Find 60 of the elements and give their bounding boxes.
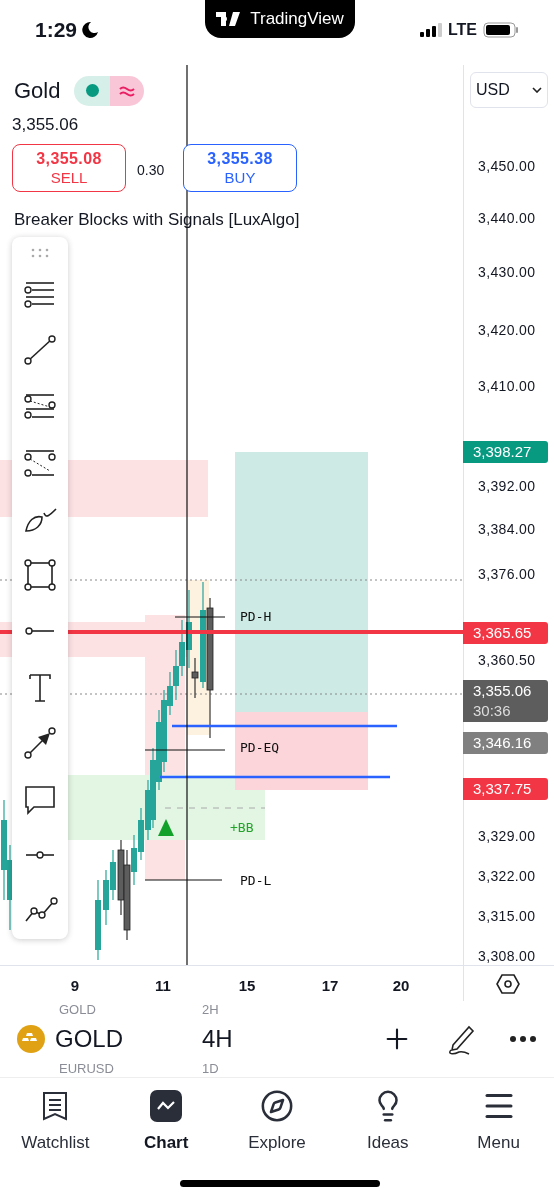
price-tick: 3,315.00: [478, 909, 536, 923]
clock-time: 1:29: [35, 17, 78, 44]
time-tick: 17: [321, 976, 339, 996]
price-tick: 3,329.00: [478, 829, 536, 843]
drag-handle-icon[interactable]: [31, 248, 49, 258]
logo-icon: [216, 12, 243, 26]
chart-icon: [150, 1090, 183, 1122]
spread-value: 0.30: [137, 161, 165, 180]
time-tick: 11: [155, 976, 171, 996]
price-tick: 3,430.00: [478, 265, 536, 279]
level-label: PD-L: [240, 874, 272, 887]
nav-tab[interactable]: Chart: [110, 1088, 222, 1156]
time-tick: 9: [70, 976, 80, 996]
bookmark-list-icon: [41, 1091, 70, 1121]
price-tick: 3,392.00: [478, 479, 536, 493]
price-tick: 3,376.00: [478, 567, 536, 581]
price-tick: 3,384.00: [478, 522, 536, 536]
level-label: PD-H: [240, 610, 272, 623]
chevron-down-icon: [532, 87, 542, 93]
app-banner[interactable]: TradingView: [205, 0, 355, 38]
battery-icon: [483, 22, 519, 38]
moon-icon: [81, 21, 100, 39]
price-tick: 3,440.00: [478, 211, 536, 225]
signal-label: +BB: [230, 821, 254, 834]
price-badge: 3,398.27: [463, 441, 548, 463]
network-label: LTE: [447, 20, 477, 40]
time-tick: 20: [392, 976, 410, 996]
nav-tab[interactable]: Watchlist: [0, 1088, 111, 1156]
time-tick: 15: [238, 976, 256, 996]
price-badge: 3,355.06 30:36: [463, 680, 548, 722]
wave-icon: [119, 84, 136, 97]
price-tick: 3,420.00: [478, 323, 536, 337]
nav-tab[interactable]: Menu: [443, 1088, 554, 1156]
price-badge: 3,337.75: [463, 778, 548, 800]
level-line: [174, 616, 226, 618]
level-label: PD-EQ: [240, 741, 280, 754]
currency-select[interactable]: USD: [470, 72, 548, 108]
settings-icon[interactable]: [496, 974, 520, 994]
price-tick: 3,308.00: [478, 949, 536, 963]
price-tick: 3,450.00: [478, 159, 536, 173]
nav-tab[interactable]: Explore: [221, 1088, 333, 1156]
price-badge: 3,365.65: [463, 622, 548, 644]
more-icon[interactable]: [509, 1034, 537, 1043]
last-price: 3,355.06: [12, 114, 79, 136]
buy-signal-icon: [158, 819, 174, 836]
signal-icon: [419, 23, 442, 37]
symbol-ticker[interactable]: GOLD: [55, 1020, 123, 1057]
price-tick: 3,360.50: [478, 653, 536, 667]
compass-icon: [260, 1089, 294, 1123]
nav-tab[interactable]: Ideas: [332, 1088, 444, 1156]
buy-button[interactable]: 3,355.38 BUY: [183, 144, 297, 192]
symbol-name: Gold: [14, 77, 61, 105]
price-badge: 3,346.16: [463, 732, 548, 754]
price-tick: 3,322.00: [478, 869, 536, 883]
coin-icon: [17, 1024, 45, 1053]
interval-value[interactable]: 4H: [202, 1020, 352, 1057]
market-status-toggle[interactable]: [74, 75, 145, 106]
price-tick: 3,410.00: [478, 379, 536, 393]
app-title: TradingView: [250, 8, 344, 31]
sell-button[interactable]: 3,355.08 SELL: [12, 144, 126, 192]
